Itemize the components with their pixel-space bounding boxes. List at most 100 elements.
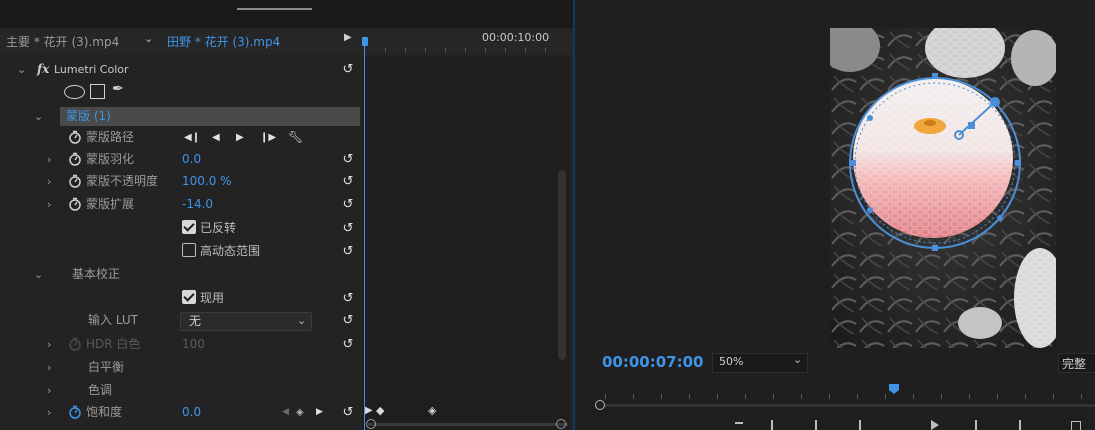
reset-icon[interactable]: ↺ <box>339 149 357 170</box>
stopwatch-icon[interactable] <box>68 174 82 188</box>
input-lut-value: 无 <box>189 314 202 328</box>
stopwatch-icon-active[interactable] <box>68 405 82 419</box>
chevron-right-icon[interactable]: › <box>47 171 51 192</box>
zoom-scroll-bar[interactable] <box>368 423 568 426</box>
transport-controls <box>735 418 1095 430</box>
chevron-right-icon[interactable]: › <box>47 334 51 355</box>
fx-badge[interactable]: fx <box>37 59 49 80</box>
ruler-tick <box>801 394 802 399</box>
track-next-frame-icon[interactable]: ❙▶ <box>260 127 276 148</box>
reset-icon[interactable]: ↺ <box>339 194 357 215</box>
inverted-checkbox-wrap[interactable]: 已反转 <box>182 218 236 239</box>
apply-checkbox[interactable] <box>182 290 196 304</box>
track-backward-icon[interactable]: ◀ <box>212 127 220 148</box>
chevron-down-icon[interactable]: ⌄ <box>34 106 43 127</box>
mask-expansion-row: › 蒙版扩展 -14.0 ↺ <box>0 194 360 215</box>
go-to-in-icon[interactable] <box>815 420 817 430</box>
saturation-label: 饱和度 <box>86 405 123 419</box>
prev-keyframe-icon[interactable]: ◀ <box>282 402 289 423</box>
inverted-row: 已反转 ↺ <box>0 218 360 239</box>
ruler-tick <box>969 394 970 399</box>
keyframe-scrollbar[interactable] <box>558 170 566 360</box>
zoom-value: 50% <box>719 355 744 368</box>
program-scroll-handle[interactable] <box>595 400 605 410</box>
saturation-value[interactable]: 0.0 <box>182 402 201 423</box>
hdr-checkbox[interactable] <box>182 243 196 257</box>
ruler-tick <box>745 394 746 399</box>
zoom-select[interactable]: 50% ⌄ <box>712 353 808 373</box>
mask-overlay[interactable] <box>830 28 1056 348</box>
zoom-handle-left[interactable] <box>366 419 376 429</box>
hdr-checkbox-wrap[interactable]: 高动态范围 <box>182 241 260 262</box>
effect-name: Lumetri Color <box>54 63 129 76</box>
step-forward-icon[interactable] <box>975 420 977 430</box>
mask-feather-value[interactable]: 0.0 <box>182 149 201 170</box>
ruler-tick <box>505 48 506 52</box>
reset-icon[interactable]: ↺ <box>339 59 357 80</box>
add-keyframe-icon[interactable]: ◈ <box>296 402 304 423</box>
saturation-row: › 饱和度 0.0 ◀ ◈ ▶ ↺ <box>0 402 360 423</box>
input-lut-select[interactable]: 无 ⌄ <box>180 312 312 331</box>
panel-tab-highlight[interactable] <box>237 8 312 10</box>
play-only-icon[interactable]: ▶ <box>344 32 352 43</box>
rectangle-mask-icon[interactable] <box>90 84 105 99</box>
mark-in-icon[interactable] <box>735 422 743 424</box>
ruler-tick <box>941 394 942 399</box>
keyframe-marker[interactable]: ◆ <box>376 404 384 417</box>
play-icon[interactable] <box>931 420 939 430</box>
ellipse-mask-icon[interactable] <box>64 85 85 99</box>
program-scroll-bar[interactable] <box>595 404 1095 407</box>
reset-icon[interactable]: ↺ <box>339 171 357 192</box>
reset-icon[interactable]: ↺ <box>339 241 357 262</box>
step-back-icon[interactable] <box>859 420 861 430</box>
chevron-down-icon[interactable]: ⌄ <box>34 264 43 285</box>
chevron-right-icon[interactable]: › <box>47 380 51 401</box>
mark-out-icon[interactable] <box>771 420 773 430</box>
export-frame-icon[interactable] <box>1071 421 1081 430</box>
program-timecode[interactable]: 00:00:07:00 <box>602 353 704 371</box>
chevron-right-icon[interactable]: › <box>47 357 51 378</box>
quality-value: 完整 <box>1062 357 1087 371</box>
mask-opacity-row: › 蒙版不透明度 100.0 % ↺ <box>0 171 360 192</box>
clip-dropdown-chevron-icon[interactable]: ⌄ <box>144 32 153 45</box>
mask-row: ⌄ 蒙版 (1) <box>0 106 360 127</box>
effect-controls-panel: 主要 * 花开 (3).mp4 ⌄ 田野 * 花开 (3).mp4 ▶ 00:0… <box>0 0 573 430</box>
hdr-white-label: HDR 白色 <box>86 337 141 351</box>
inverted-checkbox[interactable] <box>182 220 196 234</box>
chevron-right-icon[interactable]: › <box>47 402 51 423</box>
ruler-tick <box>445 48 446 52</box>
track-prev-frame-icon[interactable]: ◀❙ <box>184 127 200 148</box>
ruler-tick <box>1025 394 1026 399</box>
reset-icon[interactable]: ↺ <box>339 334 357 355</box>
stopwatch-icon[interactable] <box>68 197 82 211</box>
pen-mask-icon[interactable]: ✒ <box>112 81 124 97</box>
mini-playhead-handle[interactable] <box>362 37 368 46</box>
quality-select[interactable]: 完整 <box>1058 353 1095 373</box>
stopwatch-icon[interactable] <box>68 152 82 166</box>
mask-opacity-value[interactable]: 100.0 % <box>182 171 232 192</box>
track-forward-icon[interactable]: ▶ <box>236 127 244 148</box>
master-clip-tab[interactable]: 主要 * 花开 (3).mp4 <box>6 33 119 50</box>
reset-icon[interactable]: ↺ <box>339 310 357 331</box>
active-clip-tab[interactable]: 田野 * 花开 (3).mp4 <box>167 33 280 50</box>
program-ruler[interactable] <box>595 386 1095 400</box>
panel-top-strip <box>0 0 573 28</box>
chevron-right-icon[interactable]: › <box>47 194 51 215</box>
reset-icon[interactable]: ↺ <box>339 402 357 423</box>
mask-expansion-value[interactable]: -14.0 <box>182 194 213 215</box>
chevron-down-icon[interactable]: ⌄ <box>17 59 26 80</box>
ruler-tick <box>545 48 546 52</box>
reset-icon[interactable]: ↺ <box>339 218 357 239</box>
stopwatch-icon[interactable] <box>68 130 82 144</box>
wrench-icon[interactable]: 🔧︎ <box>288 127 303 148</box>
ruler-tick <box>773 394 774 399</box>
apply-checkbox-wrap[interactable]: 现用 <box>182 288 224 309</box>
keyframe-marker[interactable]: ◈ <box>428 404 436 417</box>
chevron-right-icon[interactable]: › <box>47 149 51 170</box>
zoom-handle-right[interactable] <box>556 419 566 429</box>
go-to-out-icon[interactable] <box>1019 420 1021 430</box>
white-balance-row: › 白平衡 <box>0 357 360 378</box>
reset-icon[interactable]: ↺ <box>339 288 357 309</box>
keyframe-marker[interactable]: ▶ <box>365 405 373 416</box>
next-keyframe-icon[interactable]: ▶ <box>316 402 323 423</box>
